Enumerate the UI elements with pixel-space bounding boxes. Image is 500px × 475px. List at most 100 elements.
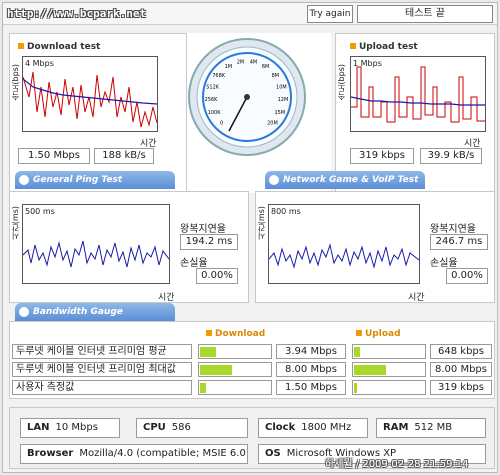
bandwidth-row-name: 사용자 측정값: [12, 380, 192, 395]
try-again-button[interactable]: Try again: [307, 5, 353, 23]
gauge-tick-label: 2M: [237, 60, 245, 66]
upload-bar: [352, 380, 426, 395]
upload-value: 319 kbps: [430, 380, 492, 395]
download-bar: [198, 344, 272, 359]
download-panel: Download test 속도(bps) 4 Mbps 시간 1.50 Mbp…: [9, 33, 187, 193]
upload-kbs: 39.9 kB/s: [420, 148, 482, 164]
upload-bar-fill: [354, 347, 360, 357]
download-scale: 4 Mbps: [25, 59, 54, 68]
download-ylabel: 속도(bps): [11, 64, 20, 101]
upload-bar-fill: [354, 383, 357, 393]
bullet-icon: [18, 43, 24, 49]
upload-value: 648 kbps: [430, 344, 492, 359]
gauge-tick-label: 0: [220, 120, 223, 126]
tab-network-game-voip-test[interactable]: Network Game & VoIP Test: [265, 171, 425, 189]
watermark-timestamp: 하세월 / 2009-02-28 21:59:14: [325, 459, 469, 470]
gauge-tick-label: 12M: [278, 97, 289, 103]
download-kbs: 188 kB/s: [94, 148, 154, 164]
clock-info: Clock 1800 MHz: [258, 418, 368, 438]
speed-gauge-panel: 0 100K 256K 512K 768K 1M 2M 4M 6M 8M 10M 12M 15M 20M: [187, 33, 331, 193]
ping-panel: 시간(ms) 500 ms 시간 왕복지연율 194.2 ms 손실율 0.00…: [9, 191, 249, 303]
tab-dot-icon: [269, 175, 279, 185]
ram-info: RAM 512 MB: [376, 418, 486, 438]
game-loss-label: 손실율: [430, 258, 458, 269]
gauge-tick-label: 256K: [205, 97, 219, 103]
lan-info: LAN 10 Mbps: [20, 418, 120, 438]
download-bar-fill: [200, 383, 206, 393]
upload-bar: [352, 344, 426, 359]
download-red-series: [22, 71, 158, 128]
game-scale: 800 ms: [271, 207, 301, 216]
download-graph: 4 Mbps: [22, 56, 158, 132]
game-xlabel: 시간: [408, 293, 425, 303]
site-url[interactable]: http://www.bcpark.net: [7, 7, 146, 20]
bullet-icon: [356, 330, 362, 336]
ping-scale: 500 ms: [25, 207, 55, 216]
download-value: 8.00 Mbps: [276, 362, 346, 377]
bullet-icon: [350, 43, 356, 49]
upload-graph: 1 Mbps: [350, 56, 486, 132]
download-bar-fill: [200, 347, 216, 357]
top-bar: http://www.bcpark.net Try again 테스트 끝: [3, 3, 497, 25]
game-rtt-value: 246.7 ms: [430, 234, 488, 250]
gauge-tick-label: 100K: [208, 110, 222, 116]
bandwidth-panel: Download Upload 두루넷 케이블 인터넷 프리미엄 평균 3.94…: [9, 321, 495, 399]
download-title: Download test: [18, 42, 100, 52]
tab-dot-icon: [19, 307, 29, 317]
upload-value: 8.00 Mbps: [430, 362, 492, 377]
gauge-tick-label: 512K: [206, 84, 220, 90]
ping-loss-value: 0.00%: [196, 268, 238, 284]
ping-loss-label: 손실율: [180, 258, 208, 269]
game-graph: 800 ms: [268, 204, 420, 284]
bullet-icon: [206, 330, 212, 336]
upload-ylabel: 속도(bps): [337, 64, 346, 101]
download-value: 1.50 Mbps: [276, 380, 346, 395]
upload-bar: [352, 362, 426, 377]
upload-bar-fill: [354, 365, 386, 375]
gauge-tick-label: 20M: [267, 120, 278, 126]
gauge-tick-label: 768K: [212, 73, 226, 79]
ping-ylabel: 시간(ms): [11, 206, 20, 241]
bandwidth-upload-header: Upload: [356, 329, 401, 339]
gauge-tick-label: 15M: [274, 110, 285, 116]
download-graph-lines: [22, 71, 158, 128]
bandwidth-download-header: Download: [206, 329, 265, 339]
upload-graph-lines: [350, 66, 485, 123]
gauge-tick-label: 1M: [225, 64, 233, 70]
ping-xlabel: 시간: [158, 293, 175, 303]
gauge-tick-label: 6M: [262, 64, 270, 70]
ping-series: [22, 240, 170, 268]
tab-bandwidth-gauge[interactable]: Bandwidth Gauge: [15, 303, 175, 321]
game-rtt-label: 왕복지연율: [430, 224, 476, 235]
upload-kbps: 319 kbps: [350, 148, 414, 164]
download-bar: [198, 380, 272, 395]
game-panel: 시간(ms) 800 ms 시간 왕복지연율 246.7 ms 손실율 0.00…: [255, 191, 495, 303]
upload-title: Upload test: [350, 42, 418, 52]
download-mbps: 1.50 Mbps: [18, 148, 90, 164]
cpu-info: CPU 586: [136, 418, 248, 438]
download-bar-fill: [200, 365, 232, 375]
speed-gauge: 0 100K 256K 512K 768K 1M 2M 4M 6M8M 10M 12M 15M 20M: [188, 38, 306, 156]
ping-rtt-label: 왕복지연율: [180, 224, 226, 235]
ping-graph: 500 ms: [22, 204, 170, 284]
game-loss-value: 0.00%: [446, 268, 488, 284]
game-graph-line: [268, 243, 420, 269]
speedtest-window: http://www.bcpark.net Try again 테스트 끝 Do…: [2, 2, 498, 473]
upload-red-series: [351, 66, 485, 123]
tab-dot-icon: [19, 175, 29, 185]
gauge-tick-label: 4M: [250, 60, 258, 66]
bandwidth-row-name: 두루넷 케이블 인터넷 프리미엄 평균: [12, 344, 192, 359]
browser-info: Browser Mozilla/4.0 (compatible; MSIE 6.0: [20, 444, 248, 464]
gauge-tick-label: 8M: [272, 73, 280, 79]
bandwidth-row-name: 두루넷 케이블 인터넷 프리미엄 최대값: [12, 362, 192, 377]
game-series: [268, 243, 420, 269]
upload-panel: Upload test 속도(bps) 1 Mbps 시간 319 kbps 3…: [335, 33, 495, 193]
upload-scale: 1 Mbps: [353, 59, 382, 68]
ping-graph-line: [22, 240, 170, 268]
test-end-button[interactable]: 테스트 끝: [357, 5, 493, 23]
ping-rtt-value: 194.2 ms: [180, 234, 238, 250]
game-ylabel: 시간(ms): [257, 206, 266, 241]
gauge-tick-label: 10M: [276, 84, 287, 90]
download-value: 3.94 Mbps: [276, 344, 346, 359]
tab-general-ping-test[interactable]: General Ping Test: [15, 171, 175, 189]
